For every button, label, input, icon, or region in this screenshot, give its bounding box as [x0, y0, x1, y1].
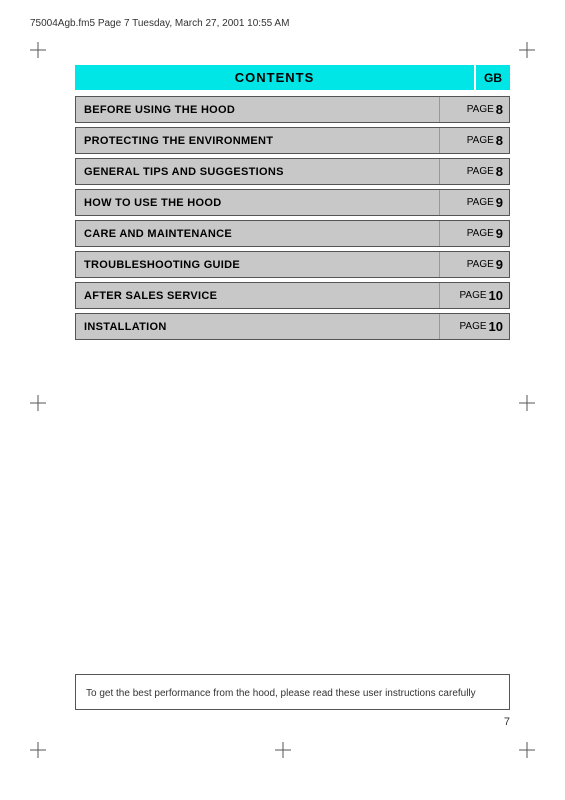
header-bar: 75004Agb.fm5 Page 7 Tuesday, March 27, 2…: [30, 18, 535, 29]
row-page-number: 8: [496, 133, 503, 148]
row-label-text: INSTALLATION: [84, 321, 167, 333]
crosshair-bottom-right: [519, 742, 535, 758]
crosshair-mid-right: [519, 395, 535, 411]
crosshair-bottom-mid: [275, 742, 291, 758]
contents-title-cell: CONTENTS: [75, 65, 474, 90]
row-label-cell: TROUBLESHOOTING GUIDE: [76, 252, 439, 277]
row-page-cell: PAGE 9: [439, 252, 509, 277]
row-page-cell: PAGE 8: [439, 97, 509, 122]
contents-gb-cell: GB: [476, 65, 510, 90]
row-label-cell: PROTECTING THE ENVIRONMENT: [76, 128, 439, 153]
crosshair-top-right: [519, 42, 535, 58]
row-label-text: GENERAL TIPS AND SUGGESTIONS: [84, 166, 284, 178]
row-label-text: PROTECTING THE ENVIRONMENT: [84, 135, 273, 147]
row-label-cell: AFTER SALES SERVICE: [76, 283, 439, 308]
row-page-cell: PAGE 9: [439, 221, 509, 246]
row-label-text: CARE AND MAINTENANCE: [84, 228, 232, 240]
row-label-text: HOW TO USE THE HOOD: [84, 197, 222, 209]
row-page-number: 9: [496, 195, 503, 210]
row-page-label: PAGE: [467, 104, 494, 115]
row-page-label: PAGE: [467, 228, 494, 239]
row-page-cell: PAGE 10: [439, 283, 509, 308]
bottom-note-box: To get the best performance from the hoo…: [75, 674, 510, 710]
crosshair-mid-left: [30, 395, 46, 411]
row-page-number: 9: [496, 257, 503, 272]
row-page-number: 8: [496, 164, 503, 179]
row-label-cell: BEFORE USING THE HOOD: [76, 97, 439, 122]
row-page-number: 10: [489, 288, 503, 303]
row-label-cell: INSTALLATION: [76, 314, 439, 339]
table-row: AFTER SALES SERVICE PAGE 10: [75, 282, 510, 309]
row-page-label: PAGE: [459, 321, 486, 332]
header-filename: 75004Agb.fm5 Page 7 Tuesday, March 27, 2…: [30, 18, 289, 29]
row-page-label: PAGE: [467, 259, 494, 270]
page-number: 7: [504, 716, 510, 728]
bottom-note-text: To get the best performance from the hoo…: [86, 688, 476, 699]
row-page-number: 8: [496, 102, 503, 117]
table-row: GENERAL TIPS AND SUGGESTIONS PAGE 8: [75, 158, 510, 185]
table-row: BEFORE USING THE HOOD PAGE 8: [75, 96, 510, 123]
row-page-number: 10: [489, 319, 503, 334]
table-row: HOW TO USE THE HOOD PAGE 9: [75, 189, 510, 216]
contents-gb-label: GB: [484, 71, 502, 85]
row-label-cell: CARE AND MAINTENANCE: [76, 221, 439, 246]
row-page-label: PAGE: [459, 290, 486, 301]
row-page-cell: PAGE 9: [439, 190, 509, 215]
row-label-text: AFTER SALES SERVICE: [84, 290, 217, 302]
row-page-label: PAGE: [467, 197, 494, 208]
page: 75004Agb.fm5 Page 7 Tuesday, March 27, 2…: [0, 0, 565, 800]
row-label-cell: GENERAL TIPS AND SUGGESTIONS: [76, 159, 439, 184]
row-page-number: 9: [496, 226, 503, 241]
row-page-cell: PAGE 10: [439, 314, 509, 339]
row-page-cell: PAGE 8: [439, 159, 509, 184]
row-page-label: PAGE: [467, 166, 494, 177]
row-label-text: BEFORE USING THE HOOD: [84, 104, 235, 116]
row-label-text: TROUBLESHOOTING GUIDE: [84, 259, 240, 271]
table-row: PROTECTING THE ENVIRONMENT PAGE 8: [75, 127, 510, 154]
content-area: CONTENTS GB BEFORE USING THE HOODPAGE 8P…: [75, 65, 510, 344]
crosshair-bottom-left: [30, 742, 46, 758]
table-rows: BEFORE USING THE HOODPAGE 8PROTECTING TH…: [75, 96, 510, 340]
table-row: TROUBLESHOOTING GUIDE PAGE 9: [75, 251, 510, 278]
table-row: CARE AND MAINTENANCE PAGE 9: [75, 220, 510, 247]
contents-title: CONTENTS: [235, 70, 315, 85]
crosshair-top-left: [30, 42, 46, 58]
row-label-cell: HOW TO USE THE HOOD: [76, 190, 439, 215]
table-row: INSTALLATION PAGE 10: [75, 313, 510, 340]
row-page-cell: PAGE 8: [439, 128, 509, 153]
row-page-label: PAGE: [467, 135, 494, 146]
contents-header-row: CONTENTS GB: [75, 65, 510, 90]
